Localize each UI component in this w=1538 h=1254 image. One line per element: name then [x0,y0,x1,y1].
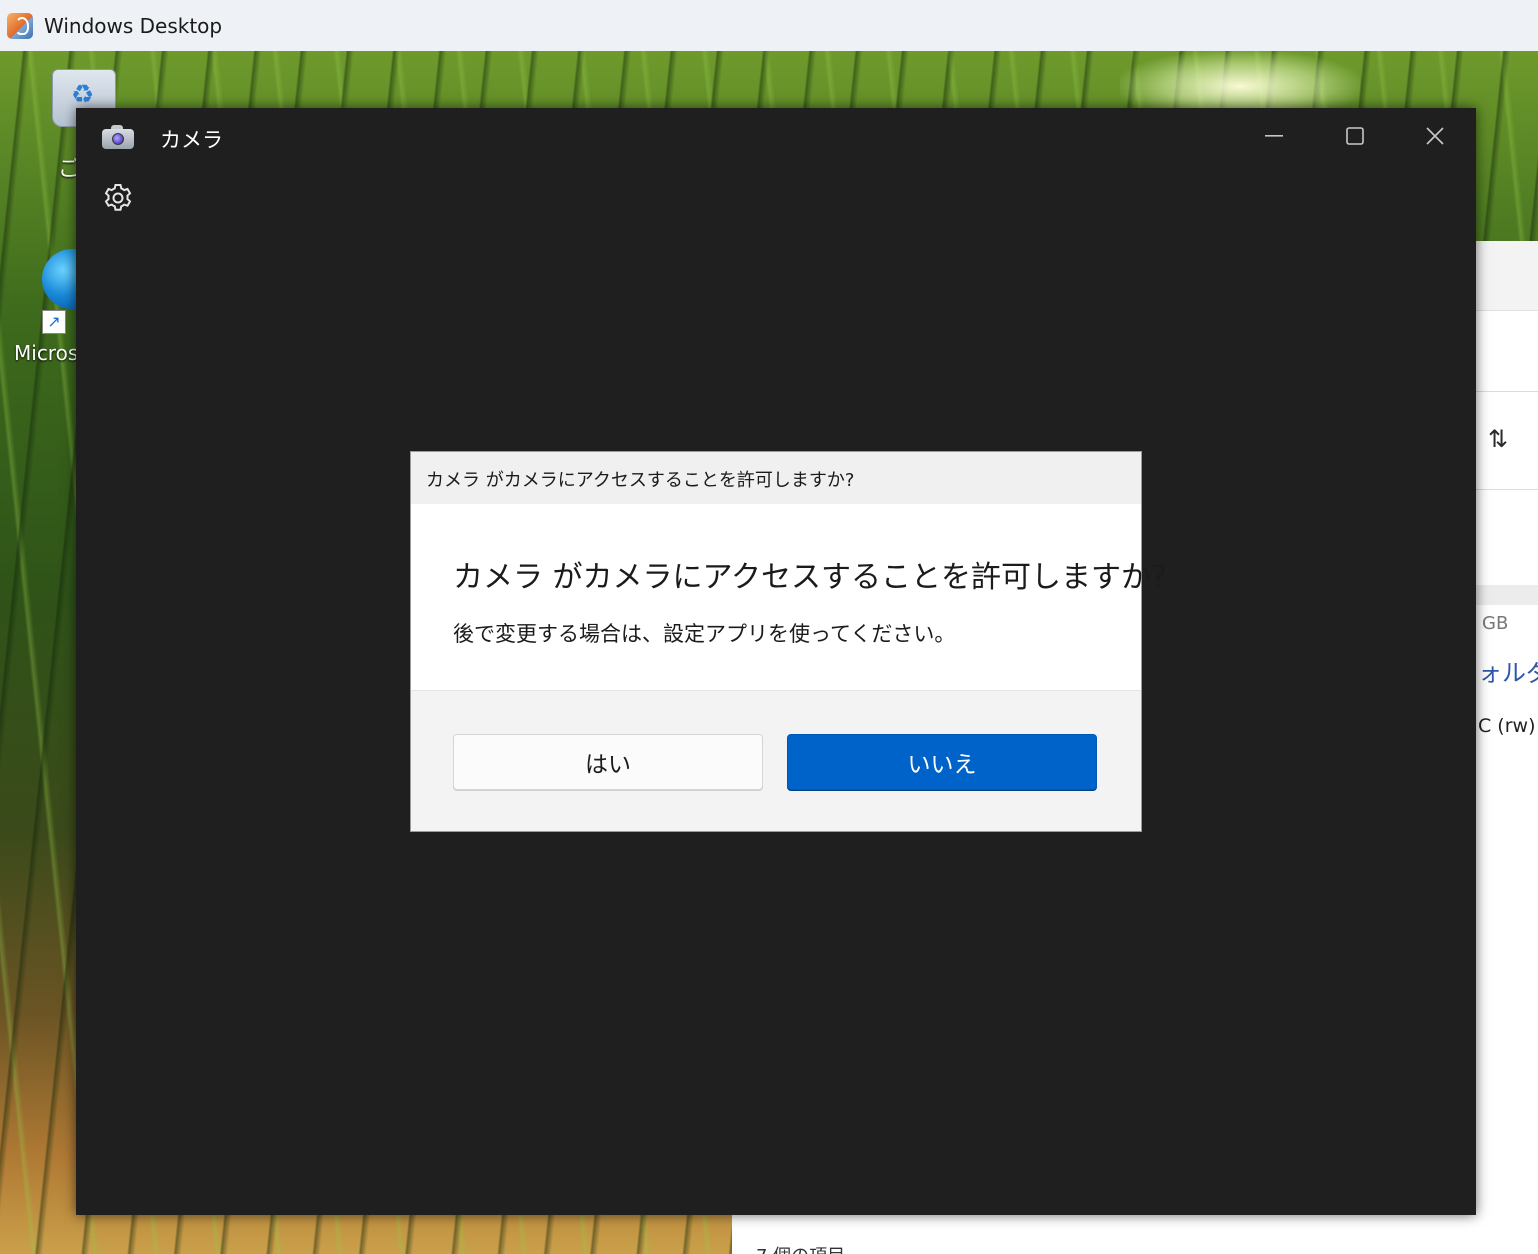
dialog-footer: はい いいえ [411,690,1141,831]
divider [1476,391,1538,392]
gear-icon [104,184,132,211]
close-icon [1426,127,1444,145]
host-window-title: Windows Desktop [44,13,223,38]
storage-size-text: GB [1482,613,1509,634]
camera-title-bar[interactable]: カメラ [76,108,1476,166]
maximize-icon [1346,127,1364,145]
minimize-button[interactable] [1244,116,1304,156]
no-button[interactable]: いいえ [787,734,1097,790]
remote-desktop-icon [7,12,33,39]
explorer-status-bar: 7 個の項目 [732,1214,1538,1254]
host-title-bar: Windows Desktop [0,0,1538,51]
storage-bar [1476,585,1538,605]
camera-icon [102,125,134,149]
dialog-message: 後で変更する場合は、設定アプリを使ってください。 [453,622,956,646]
close-button[interactable] [1405,116,1465,156]
dialog-body: カメラ がカメラにアクセスすることを許可しますか? 後で変更する場合は、設定アプ… [411,504,1167,690]
shortcut-arrow-icon: ↗ [42,310,66,334]
camera-window-title: カメラ [160,128,223,152]
edge-shortcut-label[interactable]: Micros [14,341,78,365]
minimize-icon [1265,135,1283,137]
file-explorer-window: ⇅ GB ォルダ C (rw) [1476,241,1538,1254]
dialog-heading: カメラ がカメラにアクセスすることを許可しますか? [453,560,1167,595]
explorer-toolbar [1476,241,1538,311]
dialog-caption-bar[interactable]: カメラ がカメラにアクセスすることを許可しますか? [411,452,1141,504]
camera-permission-dialog: カメラ がカメラにアクセスすることを許可しますか? カメラ がカメラにアクセスす… [410,451,1167,832]
maximize-button[interactable] [1325,116,1385,156]
settings-button[interactable] [102,182,134,214]
folder-link[interactable]: ォルダ [1478,653,1538,688]
dialog-caption: カメラ がカメラにアクセスすることを許可しますか? [426,470,855,491]
divider [1476,489,1538,490]
drive-label[interactable]: C (rw) [1478,715,1535,737]
yes-button[interactable]: はい [453,734,763,790]
sort-icon[interactable]: ⇅ [1488,425,1508,453]
item-count: 7 個の項目 [756,1242,845,1254]
